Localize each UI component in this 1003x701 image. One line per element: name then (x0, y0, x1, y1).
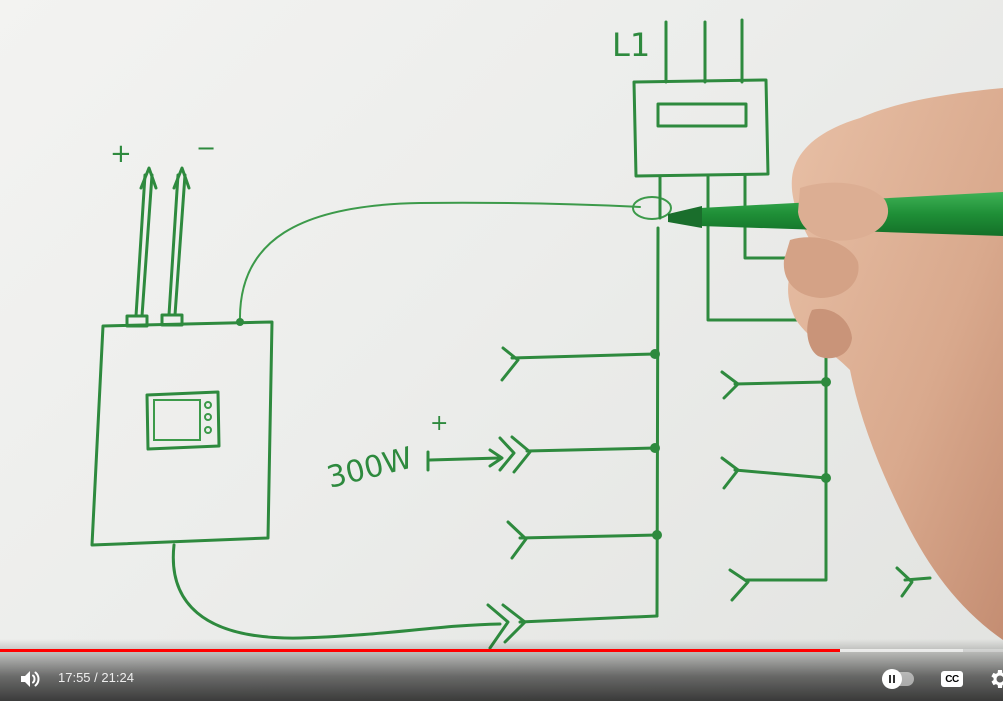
meter-window (656, 102, 748, 128)
captions-icon: CC (941, 671, 963, 687)
inverter-box (90, 320, 274, 547)
volume-button[interactable] (14, 663, 46, 695)
branch-outlet-2 (733, 468, 828, 480)
outlet-fork-3 (506, 520, 528, 560)
ac-output-wire (171, 543, 502, 640)
power-arrow (426, 448, 504, 472)
power-label: 300W (323, 441, 416, 496)
dc-plus-arrow (139, 166, 158, 190)
pause-toggle-icon (882, 669, 902, 689)
dc-minus-wire (167, 173, 187, 317)
captions-button[interactable]: CC (938, 665, 966, 693)
inverter-screen (153, 399, 201, 441)
progress-buffered (839, 649, 963, 652)
outlet-line-2 (525, 446, 657, 453)
ct-clamp (632, 196, 672, 220)
meter-box (632, 78, 770, 178)
branch-outlet-1 (733, 380, 828, 386)
phase-label: L1 (612, 26, 650, 64)
duration: 21:24 (101, 670, 134, 685)
progress-bar[interactable] (0, 649, 1003, 652)
dc-terminal-minus (160, 313, 184, 327)
dc-plus-wire (134, 173, 154, 318)
bus-line-3 (743, 174, 792, 260)
outlet-line-3 (518, 533, 659, 540)
gear-icon (991, 670, 1003, 688)
outlet-line-1 (510, 352, 657, 360)
dc-minus-arrow (172, 166, 191, 190)
current-time: 17:55 (58, 670, 91, 685)
ct-sensor-wire (238, 201, 641, 323)
video-frame[interactable]: + − L1 300W + (0, 0, 1003, 701)
power-mark: + (430, 411, 448, 436)
outlet-fork-1 (500, 346, 520, 382)
player-controls: 17:55 / 21:24 CC (0, 639, 1003, 701)
plus-label: + (110, 139, 132, 169)
whiteboard-drawing: + − L1 300W + (90, 18, 932, 650)
bus-line-2 (706, 174, 817, 322)
time-separator: / (90, 670, 102, 685)
autoplay-toggle[interactable] (880, 669, 916, 689)
settings-button[interactable] (984, 664, 1003, 694)
volume-icon (21, 671, 40, 687)
dc-terminal-plus (125, 314, 149, 328)
bus-line-1 (655, 174, 662, 618)
progress-played (0, 649, 840, 652)
minus-label: − (196, 134, 216, 162)
outlet-line-4 (518, 614, 659, 624)
branch-outlet-far (895, 566, 932, 598)
time-display: 17:55 / 21:24 (58, 670, 134, 685)
